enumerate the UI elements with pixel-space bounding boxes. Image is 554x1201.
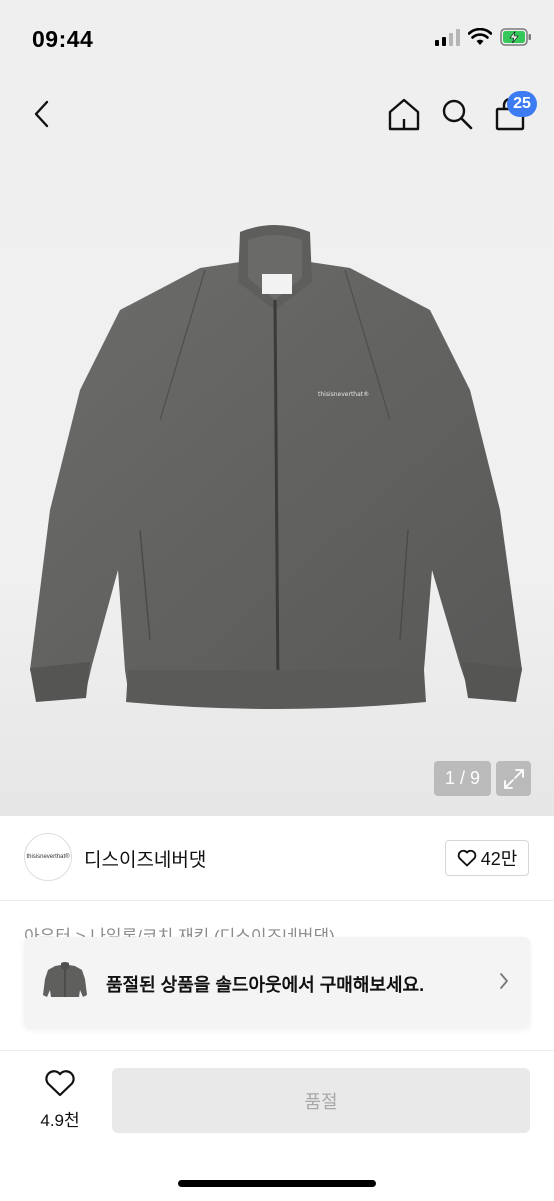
battery-charging-icon xyxy=(500,28,531,46)
buy-button[interactable]: 품절 xyxy=(112,1068,530,1133)
product-image-jacket: thisisneverthat® xyxy=(30,225,522,709)
cart-count-badge: 25 xyxy=(507,91,537,117)
brand-logo-text: thisisneverthat® xyxy=(26,854,70,860)
home-icon xyxy=(388,98,420,131)
search-icon xyxy=(442,99,473,130)
search-button[interactable] xyxy=(437,94,477,134)
home-indicator xyxy=(178,1180,376,1187)
top-nav-bar xyxy=(0,80,554,150)
home-button[interactable] xyxy=(384,94,424,134)
status-bar: 09:44 xyxy=(0,0,554,80)
brand-name-link[interactable]: 디스이즈네버댓 xyxy=(84,845,206,872)
soldout-banner-text: 품절된 상품을 솔드아웃에서 구매해보세요. xyxy=(106,975,425,995)
image-counter: 1 / 9 xyxy=(434,761,491,796)
brand-row: thisisneverthat® 디스이즈네버댓 42만 xyxy=(0,816,554,901)
cellular-signal-icon xyxy=(435,28,460,46)
status-time: 09:44 xyxy=(32,26,94,52)
brand-like-button[interactable]: 42만 xyxy=(445,840,529,876)
back-button[interactable] xyxy=(24,96,60,132)
wish-button[interactable]: 4.9천 xyxy=(30,1069,90,1131)
heart-icon xyxy=(45,1070,75,1097)
svg-text:thisisneverthat®: thisisneverthat® xyxy=(318,391,369,398)
status-icons xyxy=(435,28,532,46)
brand-logo[interactable]: thisisneverthat® xyxy=(24,833,72,881)
bottom-action-bar: 4.9천 품절 xyxy=(0,1050,554,1201)
product-image-gallery[interactable]: thisisneverthat® xyxy=(0,150,554,816)
chevron-left-icon xyxy=(34,100,49,128)
wifi-icon xyxy=(468,28,492,45)
expand-image-button[interactable] xyxy=(496,761,531,796)
heart-icon xyxy=(457,849,476,867)
chevron-right-icon xyxy=(500,973,508,989)
wish-count: 4.9천 xyxy=(40,1111,80,1130)
expand-icon xyxy=(503,768,524,789)
brand-like-count: 42만 xyxy=(480,849,518,869)
soldout-banner[interactable]: 품절된 상품을 솔드아웃에서 구매해보세요. xyxy=(24,937,530,1028)
soldout-thumbnail xyxy=(43,962,87,997)
